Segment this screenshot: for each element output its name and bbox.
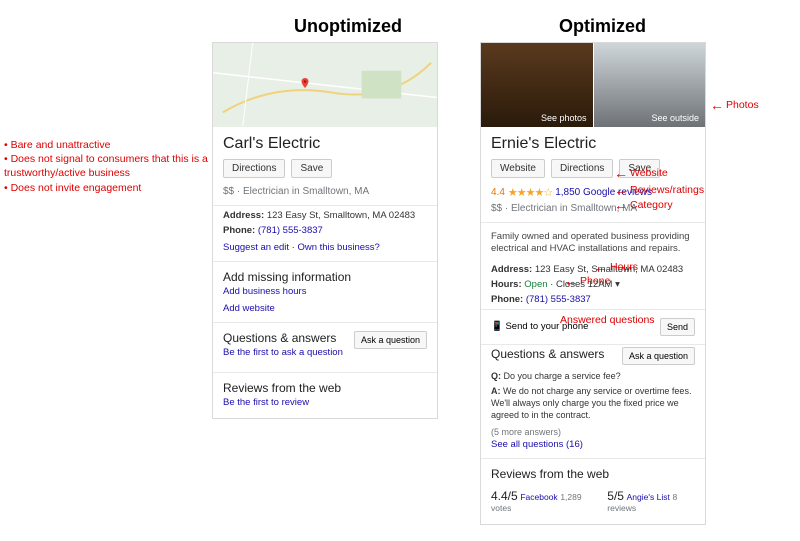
add-hours-link[interactable]: Add business hours [213,286,437,303]
ask-question-button[interactable]: Ask a question [622,347,695,365]
annotation-phone: ←Phone [564,274,610,288]
phone-line: Phone: (781) 555-3837 [213,223,437,238]
map-pin-icon [299,77,311,89]
business-title: Carl's Electric [213,127,437,159]
annotation-hours: ←Hours [594,260,638,274]
all-questions-link[interactable]: See all questions (16) [481,439,705,456]
directions-button[interactable]: Directions [223,159,285,178]
qa-first-link[interactable]: Be the first to ask a question [223,347,353,364]
arrow-left-icon: ← [594,260,608,274]
map-placeholder[interactable] [213,43,437,127]
see-outside-button[interactable]: See outside [594,43,706,127]
bullet-1: Bare and unattractive [4,138,212,152]
website-button[interactable]: Website [491,159,545,178]
photo-row: See photos See outside [481,43,705,127]
business-title: Ernie's Electric [481,127,705,159]
arrow-left-icon: ← [614,198,628,212]
business-description: Family owned and operated business provi… [481,225,705,262]
annotation-answered: Answered questions [560,314,655,326]
add-website-link[interactable]: Add website [213,303,437,320]
rating-number: 4.4 [491,187,505,198]
phone-link[interactable]: (781) 555-3837 [258,225,323,236]
arrow-left-icon: ← [564,274,578,288]
qa-title: Questions & answers [491,347,604,361]
header-unoptimized: Unoptimized [294,16,402,37]
facebook-link[interactable]: Facebook [520,492,557,502]
map-roads [213,43,437,126]
annotation-reviews: ←Reviews/ratings [614,183,704,197]
bullet-2: Does not signal to consumers that this i… [4,152,212,180]
web-reviews-title: Reviews from the web [213,375,437,397]
save-button[interactable]: Save [291,159,332,178]
phone-link[interactable]: (781) 555-3837 [526,294,591,305]
web-review-1: 4.4/5 Facebook 1,289 votes [491,489,589,514]
phone-line: Phone: (781) 555-3837 [481,292,705,307]
web-reviews-title: Reviews from the web [481,461,705,483]
see-photos-button[interactable]: See photos [481,43,593,127]
address-line: Address: 123 Easy St, Smalltown, MA 0248… [213,208,437,223]
annotation-bullets: Bare and unattractive Does not signal to… [4,138,212,195]
answer-text: A: We do not charge any service or overt… [481,386,705,425]
suggest-edit-link[interactable]: Suggest an edit · Own this business? [213,242,437,259]
header-optimized: Optimized [559,16,646,37]
web-reviews-row: 4.4/5 Facebook 1,289 votes 5/5 Angie's L… [481,483,705,524]
ask-question-button[interactable]: Ask a question [354,331,427,349]
question-text: Q: Do you charge a service fee? [481,371,705,387]
first-review-link[interactable]: Be the first to review [213,397,437,418]
more-answers[interactable]: (5 more answers) [481,425,705,439]
arrow-left-icon: ← [614,166,628,180]
annotation-website: ←Website [614,166,668,180]
annotation-category: ←Category [614,198,673,212]
arrow-left-icon: ← [614,183,628,197]
annotation-photos: ←Photos [710,98,759,112]
missing-info-title: Add missing information [213,264,437,286]
web-review-2: 5/5 Angie's List 8 reviews [607,489,695,514]
qa-title: Questions & answers [223,325,353,347]
bullet-3: Does not invite engagement [4,181,212,195]
star-icons: ★★★★☆ [508,186,552,199]
send-button[interactable]: Send [660,318,695,336]
category-meta: $$ · Electrician in Smalltown, MA [213,186,437,203]
angies-link[interactable]: Angie's List [627,492,670,502]
directions-button[interactable]: Directions [551,159,613,178]
arrow-left-icon: ← [710,98,724,112]
unoptimized-card: Carl's Electric Directions Save $$ · Ele… [212,42,438,419]
